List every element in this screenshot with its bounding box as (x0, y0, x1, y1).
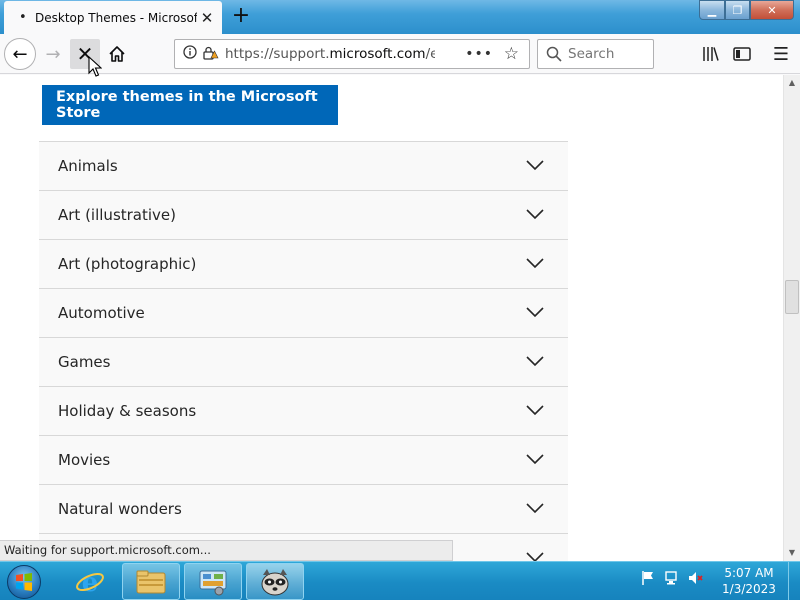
url-text[interactable]: https://support.microsoft.com/en-us/wind… (225, 46, 435, 62)
clock-date: 1/3/2023 (722, 582, 776, 596)
minimize-button[interactable]: ▁ (699, 0, 725, 20)
accordion-item-art-illustrative[interactable]: Art (illustrative) (39, 190, 568, 239)
search-icon (546, 46, 562, 62)
status-bar: Waiting for support.microsoft.com... (0, 540, 453, 561)
tab-desktop-themes[interactable]: • Desktop Themes - Microsoft Support ✕ (4, 1, 222, 34)
internet-explorer-icon: e (76, 568, 104, 597)
accordion-label: Animals (58, 157, 118, 175)
volume-muted-icon[interactable] (688, 570, 704, 586)
accordion-item-art-photographic[interactable]: Art (photographic) (39, 239, 568, 288)
lock-warning-icon[interactable] (203, 46, 221, 63)
close-window-button[interactable]: ✕ (750, 0, 794, 20)
page-content: Explore themes in the Microsoft Store An… (0, 75, 783, 561)
control-panel-icon (199, 570, 227, 595)
chevron-down-icon (526, 258, 544, 269)
taskbar-internet-explorer[interactable]: e (60, 563, 120, 600)
svg-text:e: e (82, 568, 99, 597)
minimize-icon: ▁ (707, 3, 717, 17)
chevron-down-icon (526, 454, 544, 465)
scrollbar-thumb[interactable] (785, 280, 799, 314)
chevron-down-icon (526, 209, 544, 220)
url-domain: microsoft.com (329, 46, 426, 62)
scroll-down-arrow-icon[interactable]: ▼ (784, 545, 800, 561)
mouse-cursor-icon (88, 56, 102, 77)
tab-loading-indicator: • (19, 10, 27, 25)
search-box[interactable] (537, 39, 654, 69)
tab-title: Desktop Themes - Microsoft Support (35, 10, 197, 25)
accordion-label: Movies (58, 451, 111, 469)
menu-button[interactable]: ☰ (766, 39, 796, 69)
system-tray (640, 570, 704, 586)
sidebar-button[interactable] (727, 39, 757, 69)
page-actions-icon[interactable]: ••• (465, 46, 493, 62)
url-suffix: /en-us/windows/desktop-themes (425, 46, 435, 62)
scroll-up-arrow-icon[interactable]: ▲ (784, 75, 800, 91)
navigation-toolbar: ← → ✕ https://support.microsoft.com/en-u… (0, 34, 800, 74)
hamburger-menu-icon: ☰ (772, 43, 790, 65)
taskbar-clock[interactable]: 5:07 AM 1/3/2023 (716, 565, 782, 597)
windows-taskbar: e 5:07 AM 1/3/2023 (0, 561, 800, 600)
accordion-item-animals[interactable]: Animals (39, 141, 568, 190)
new-tab-button[interactable]: + (226, 2, 256, 32)
chevron-down-icon (526, 503, 544, 514)
show-desktop-button[interactable] (788, 562, 800, 600)
accordion-label: Art (illustrative) (58, 206, 177, 224)
restore-icon: ❐ (732, 3, 743, 17)
library-button[interactable] (696, 39, 726, 69)
home-icon (109, 46, 125, 62)
chevron-down-icon (526, 160, 544, 171)
bookmark-star-icon[interactable]: ☆ (504, 44, 519, 64)
accordion-item-automotive[interactable]: Automotive (39, 288, 568, 337)
accordion-label: Natural wonders (58, 500, 182, 518)
close-icon: ✕ (767, 3, 777, 17)
restore-button[interactable]: ❐ (725, 0, 750, 20)
clock-time: 5:07 AM (724, 566, 774, 580)
search-input[interactable] (568, 46, 648, 62)
forward-button[interactable]: → (38, 39, 68, 69)
accordion-label: Automotive (58, 304, 145, 322)
library-icon (703, 47, 719, 61)
accordion-label: Games (58, 353, 111, 371)
address-bar[interactable]: https://support.microsoft.com/en-us/wind… (174, 39, 530, 69)
accordion-item-movies[interactable]: Movies (39, 435, 568, 484)
back-button[interactable]: ← (4, 38, 36, 70)
chevron-down-icon (526, 405, 544, 416)
accordion-item-games[interactable]: Games (39, 337, 568, 386)
vertical-scrollbar[interactable]: ▲ ▼ (783, 75, 800, 561)
taskbar-firefox[interactable] (246, 563, 304, 600)
accordion-item-natural-wonders[interactable]: Natural wonders (39, 484, 568, 533)
window-controls: ▁ ❐ ✕ (699, 0, 794, 20)
raccoon-app-icon (261, 568, 289, 595)
action-center-flag-icon[interactable] (640, 570, 656, 586)
explore-store-button[interactable]: Explore themes in the Microsoft Store (42, 85, 338, 125)
back-arrow-icon: ← (12, 43, 28, 65)
chevron-down-icon (526, 552, 544, 561)
accordion-item-holiday-seasons[interactable]: Holiday & seasons (39, 386, 568, 435)
chevron-down-icon (526, 307, 544, 318)
forward-arrow-icon: → (45, 43, 61, 65)
taskbar-file-explorer[interactable] (122, 563, 180, 600)
accordion-label: Art (photographic) (58, 255, 197, 273)
tab-close-icon[interactable]: ✕ (197, 9, 217, 27)
accordion-label: Holiday & seasons (58, 402, 197, 420)
windows-logo-icon (7, 565, 41, 599)
taskbar-control-panel[interactable] (184, 563, 242, 600)
home-button[interactable] (102, 39, 132, 69)
url-prefix: https://support. (225, 46, 330, 62)
theme-categories-accordion: Animals Art (illustrative) Art (photogra… (39, 141, 568, 561)
chevron-down-icon (526, 356, 544, 367)
network-icon[interactable] (664, 570, 680, 586)
browser-titlebar: • Desktop Themes - Microsoft Support ✕ +… (0, 0, 800, 34)
start-button[interactable] (4, 563, 44, 600)
folder-icon (136, 570, 166, 593)
sidebar-icon (733, 47, 751, 61)
site-info-icon[interactable] (183, 45, 203, 63)
